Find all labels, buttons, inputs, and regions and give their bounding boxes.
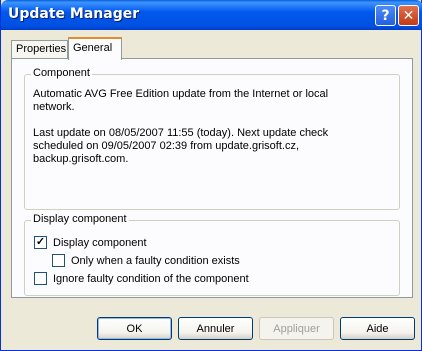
ok-button[interactable]: OK [97,317,172,340]
component-description: Automatic AVG Free Edition update from t… [33,88,329,113]
dialog-window: Update Manager ? ✕ Properties General Co… [0,0,422,351]
cancel-button[interactable]: Annuler [178,317,253,340]
ignore-faulty-option[interactable]: Ignore faulty condition of the component [34,272,249,285]
ignore-faulty-checkbox[interactable] [34,272,47,285]
display-component-checkbox[interactable]: ✓ [34,236,47,249]
title-bar[interactable]: Update Manager ? ✕ [1,0,422,30]
close-icon[interactable]: ✕ [398,5,419,26]
window-title: Update Manager [8,6,140,22]
tab-properties[interactable]: Properties [11,40,68,59]
display-component-label: Display component [53,236,147,249]
help-button[interactable]: Aide [340,317,415,340]
component-groupbox: Component Automatic AVG Free Edition upd… [24,67,400,210]
update-status-text: Last update on 08/05/2007 11:55 (today).… [33,127,329,165]
only-faulty-option[interactable]: Only when a faulty condition exists [52,254,240,267]
tab-general[interactable]: General [68,37,122,60]
component-group-label: Component [31,67,92,79]
only-faulty-checkbox[interactable] [52,254,65,267]
apply-button[interactable]: Appliquer [259,317,334,340]
only-faulty-label: Only when a faulty condition exists [71,254,240,267]
help-icon[interactable]: ? [375,5,396,26]
display-group-label: Display component [31,213,129,225]
ignore-faulty-label: Ignore faulty condition of the component [53,272,249,285]
display-component-option[interactable]: ✓ Display component [34,236,147,249]
display-component-groupbox: Display component ✓ Display component On… [24,213,400,296]
tab-page-general: Component Automatic AVG Free Edition upd… [11,58,413,298]
